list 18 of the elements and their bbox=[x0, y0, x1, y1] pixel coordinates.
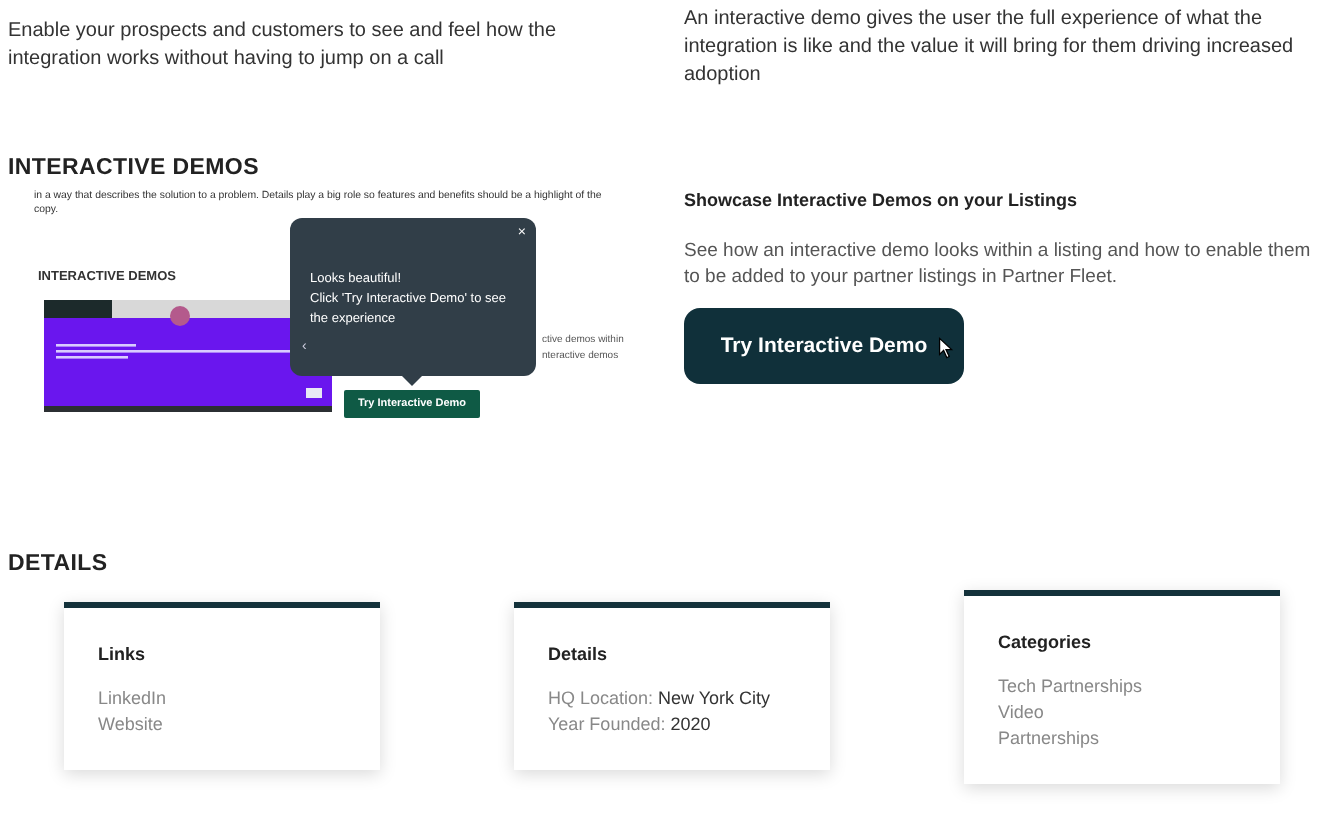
category-text: Tech Partnerships bbox=[998, 674, 1143, 700]
link[interactable]: LinkedIn bbox=[98, 686, 167, 712]
link[interactable]: Website bbox=[98, 712, 163, 738]
intro-text: An interactive demo gives the user the full experience of what the integration is like and the value it will bring for them driving increased adoption bbox=[682, 6, 1296, 90]
detail-text: Year Founded: 2020 bbox=[548, 712, 711, 738]
card-title: Links bbox=[98, 644, 148, 664]
cursor-icon bbox=[938, 336, 954, 360]
card-title: Details bbox=[548, 644, 610, 664]
detail-text: HQ Location: New York City bbox=[548, 686, 771, 712]
showcase-text: See how an interactive demo looks within a listing and how to enable them to be added to your partner listings in Partner Fleet. bbox=[684, 238, 1313, 290]
card-title: Categories bbox=[998, 632, 1094, 652]
intro-text: Enable your prospects and customers to see and feel how the integration works without having to jump on a call bbox=[6, 18, 559, 74]
section-heading: INTERACTIVE DEMOS bbox=[6, 156, 261, 180]
try-demo-button[interactable]: Try Interactive Demo bbox=[684, 308, 964, 384]
category-text: Video bbox=[998, 700, 1044, 726]
section-heading: DETAILS bbox=[6, 552, 110, 576]
category-text: Partnerships bbox=[998, 726, 1100, 752]
showcase-title: Showcase Interactive Demos on your Listings bbox=[684, 190, 1080, 210]
